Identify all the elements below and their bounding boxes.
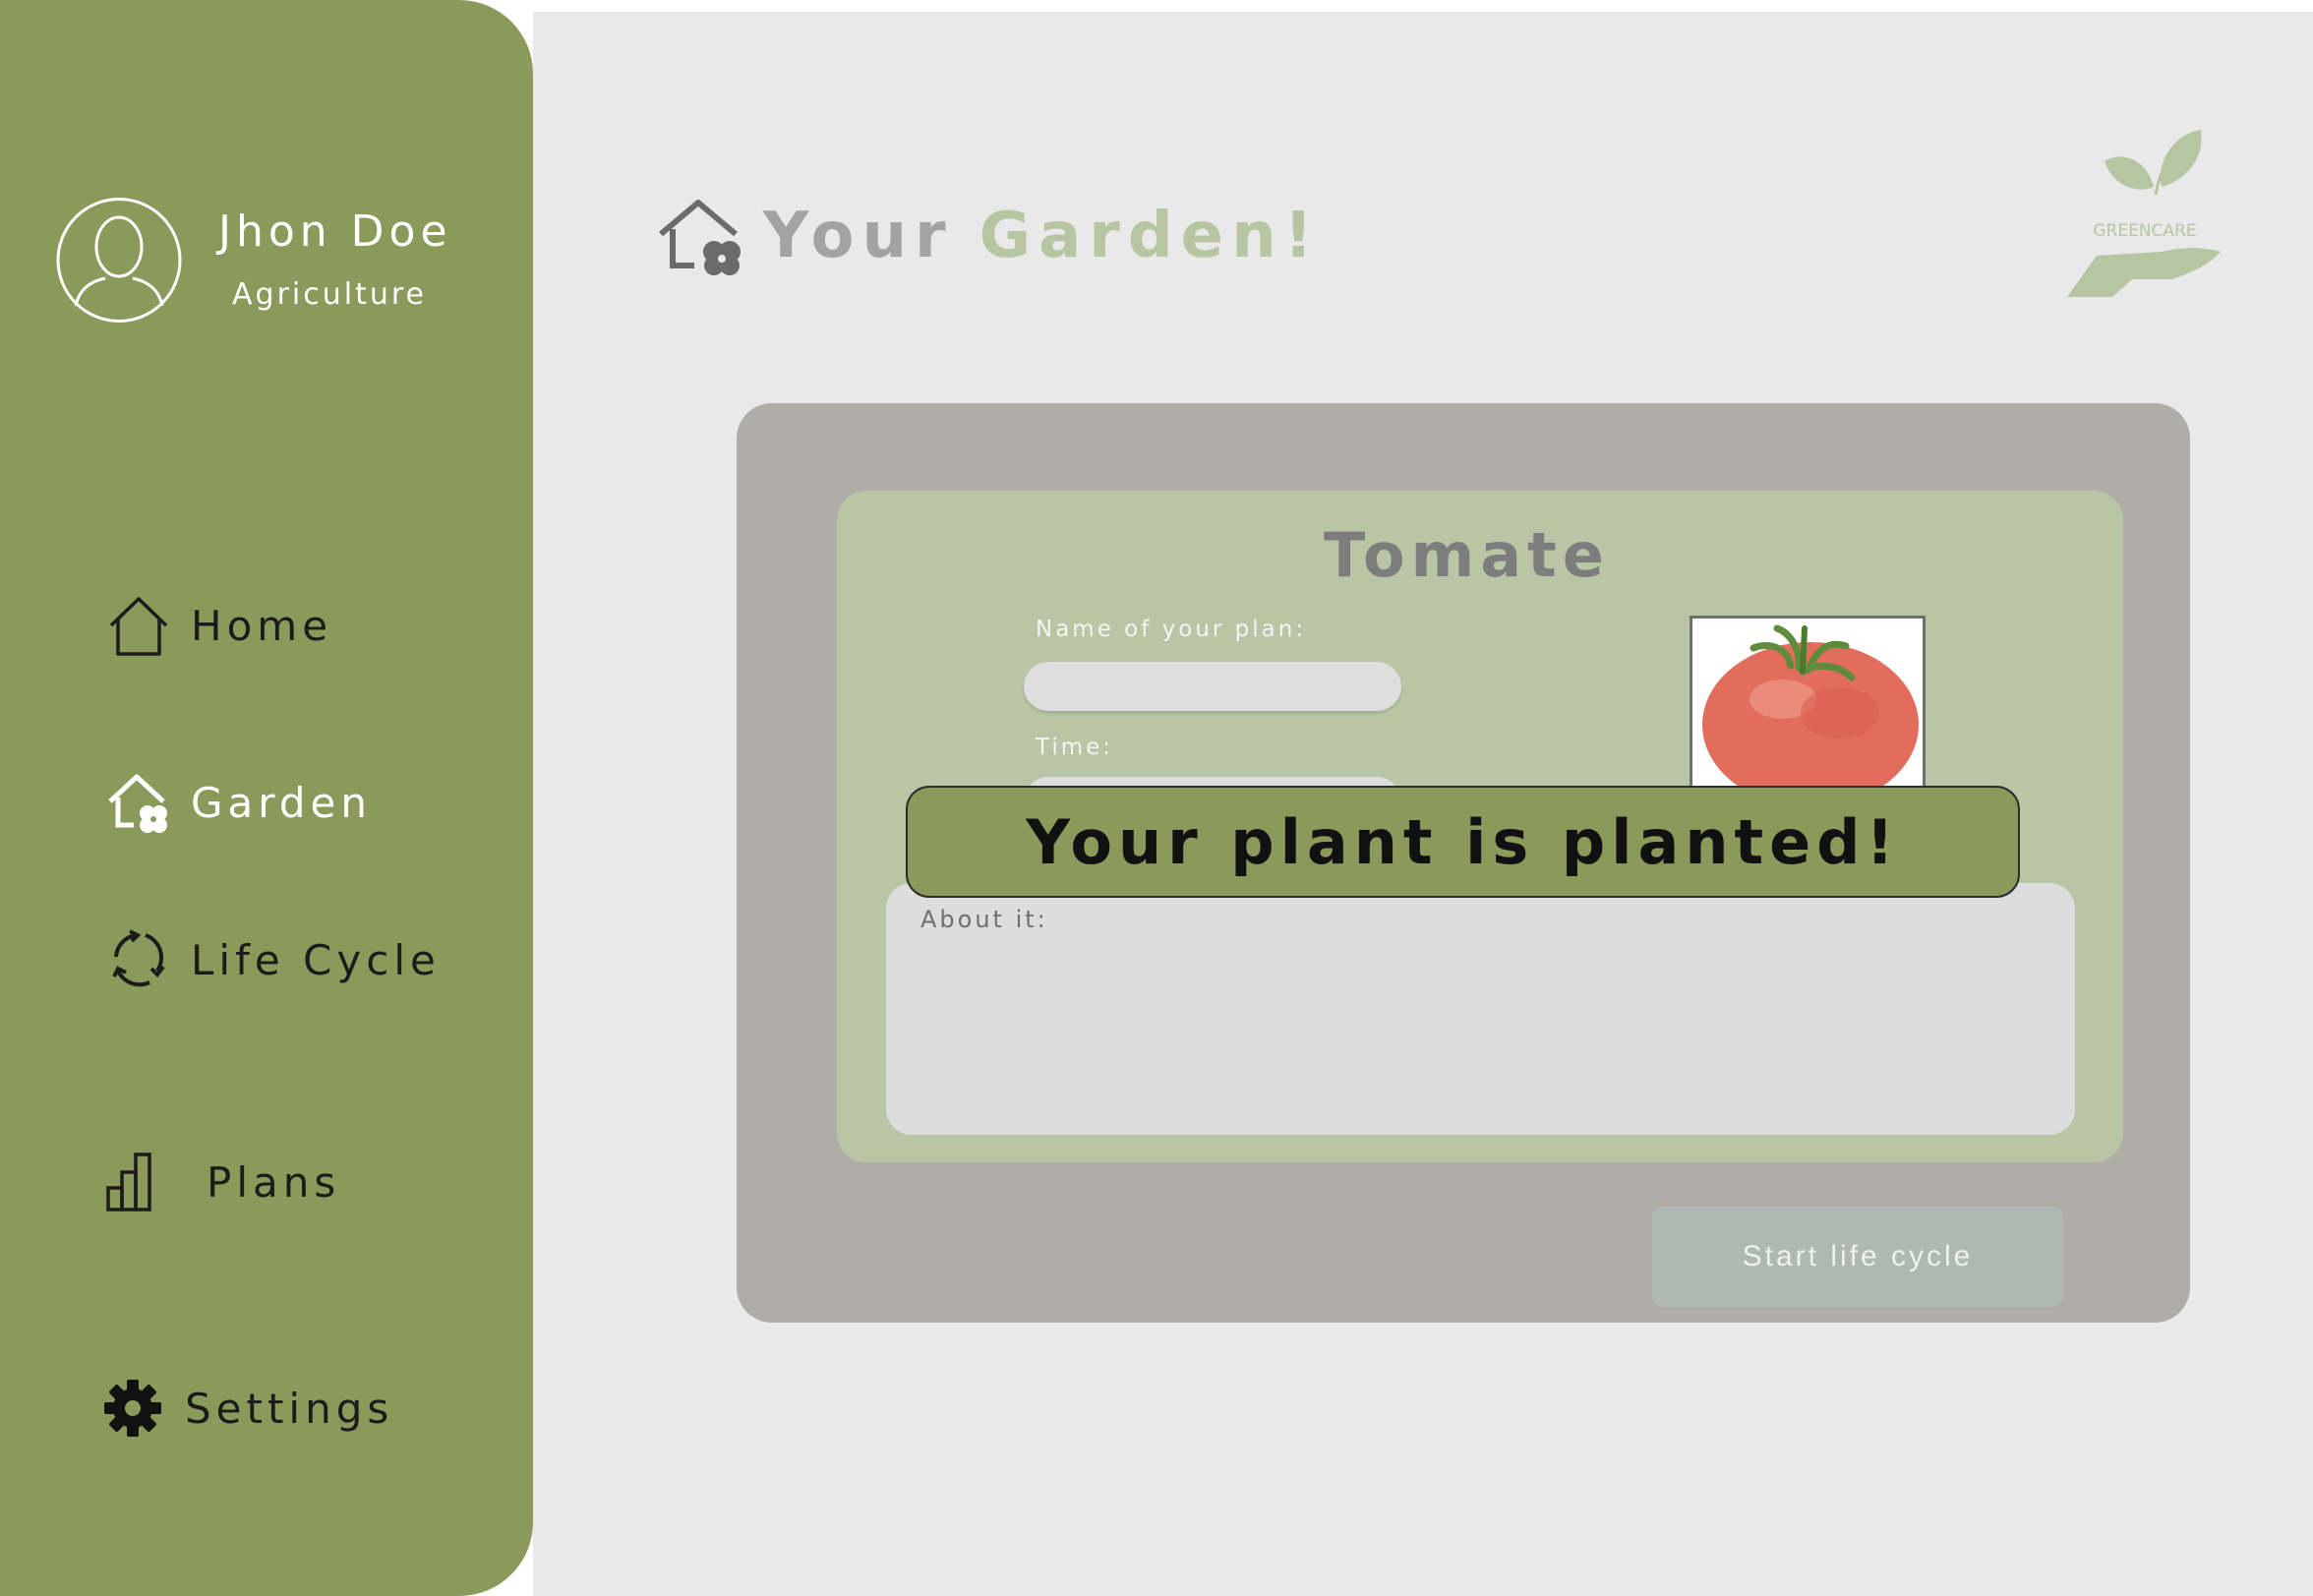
sidebar-item-home[interactable]: Home xyxy=(106,593,332,658)
sidebar-item-plans[interactable]: Plans xyxy=(106,1153,340,1212)
bar-chart-icon xyxy=(106,1153,151,1212)
sidebar-item-label: Life Cycle xyxy=(191,935,441,984)
title-garden: Garden! xyxy=(979,200,1321,272)
greencare-logo: GREENCARE xyxy=(2067,130,2221,297)
tomato-icon xyxy=(1702,624,1919,796)
tomato-image xyxy=(1690,616,1926,798)
page-title: Your Garden! xyxy=(657,197,1321,275)
sidebar-item-label: Plans xyxy=(207,1157,341,1207)
user-name: Jhon Doe xyxy=(218,207,452,257)
recycle-icon xyxy=(112,929,165,987)
user-avatar-icon[interactable] xyxy=(56,196,182,325)
sidebar-item-label: Settings xyxy=(185,1384,394,1433)
about-textarea[interactable] xyxy=(886,883,2075,1135)
toast-message: Your plant is planted! xyxy=(1026,805,1900,878)
gear-icon xyxy=(104,1380,161,1437)
time-label: Time: xyxy=(1036,735,1114,760)
name-label: Name of your plan: xyxy=(1036,617,1307,642)
logo-text: GREENCARE xyxy=(2093,221,2196,241)
sidebar: Jhon Doe Agriculture Home Garden Life Cy xyxy=(0,0,533,1596)
start-life-cycle-label: Start life cycle xyxy=(1742,1240,1974,1272)
success-toast: Your plant is planted! xyxy=(906,786,2020,898)
plan-name-input[interactable] xyxy=(1024,662,1401,711)
about-label: About it: xyxy=(920,906,1048,933)
sidebar-item-life-cycle[interactable]: Life Cycle xyxy=(106,927,441,992)
garden-house-icon xyxy=(659,200,741,275)
title-your: Your xyxy=(763,200,954,272)
garden-house-icon xyxy=(108,774,167,833)
start-life-cycle-button[interactable]: Start life cycle xyxy=(1652,1207,2063,1307)
user-role: Agriculture xyxy=(232,277,427,312)
sidebar-item-garden[interactable]: Garden xyxy=(106,770,372,835)
sidebar-item-label: Garden xyxy=(191,778,372,827)
sidebar-item-settings[interactable]: Settings xyxy=(102,1378,393,1439)
plant-name: Tomate xyxy=(1324,519,1610,591)
sidebar-item-label: Home xyxy=(191,601,333,650)
home-icon xyxy=(109,597,168,656)
